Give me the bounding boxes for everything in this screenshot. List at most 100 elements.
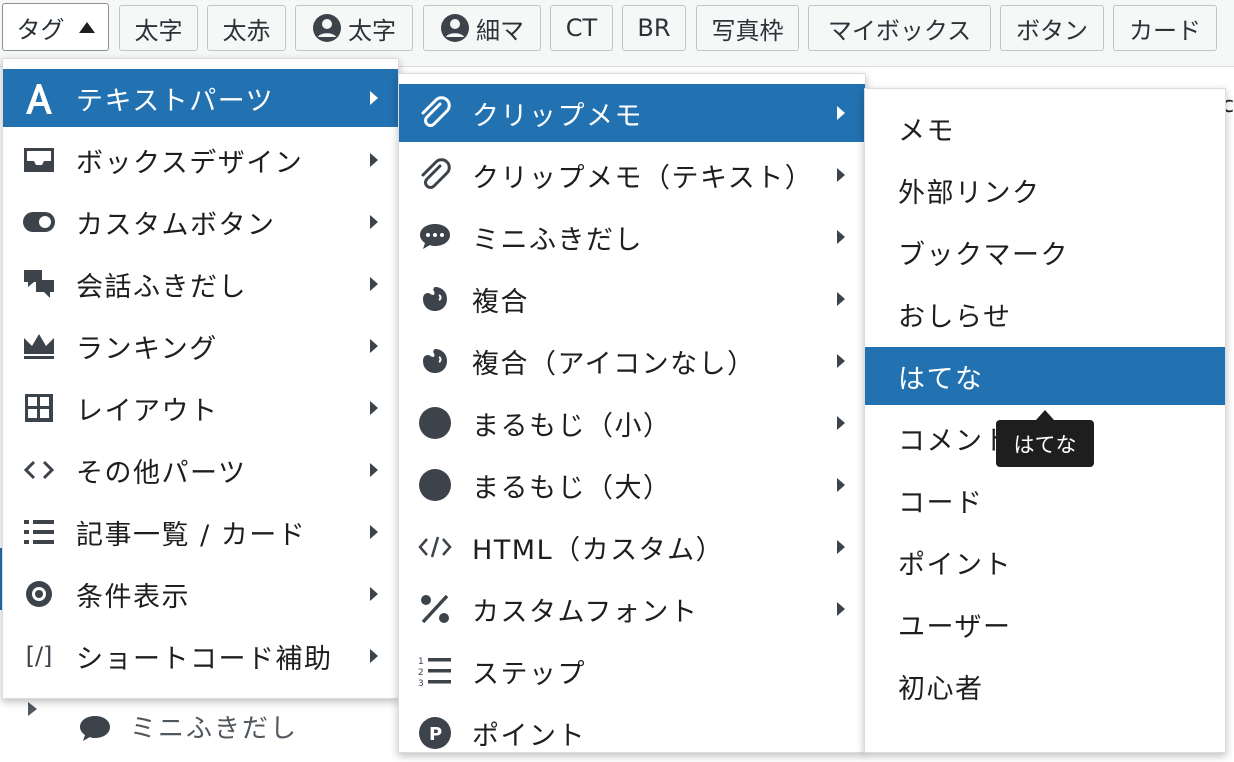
chat-bubbles-icon bbox=[21, 266, 57, 302]
percent-icon bbox=[417, 591, 453, 627]
submenu-item-composite[interactable]: 複合 bbox=[399, 270, 865, 328]
card-button[interactable]: カード bbox=[1113, 5, 1217, 51]
submenu-item-bookmark[interactable]: ブックマーク bbox=[865, 223, 1225, 281]
editor-toolbar: タグ 太字 太赤 太字 細マ CT BR 写真枠 マイボックス ボタン カード bbox=[0, 0, 1234, 67]
user-marker-button[interactable]: 細マ bbox=[423, 5, 541, 51]
menu-item-label: ショートコード補助 bbox=[76, 643, 333, 675]
submenu-item-user[interactable]: ユーザー bbox=[865, 595, 1225, 653]
user-bold-button[interactable]: 太字 bbox=[295, 5, 413, 51]
code-brackets-icon bbox=[21, 452, 57, 488]
eye-icon bbox=[21, 576, 57, 612]
submenu-item-label: おしらせ bbox=[898, 301, 1012, 333]
submenu-item-label: ポイント bbox=[898, 549, 1012, 581]
submenu-item-label: 複合 bbox=[472, 286, 529, 318]
photo-frame-button[interactable]: 写真枠 bbox=[696, 5, 799, 51]
menu-item-text-parts[interactable]: テキストパーツ bbox=[3, 69, 398, 127]
submenu-item-notice[interactable]: おしらせ bbox=[865, 285, 1225, 343]
bold-red-button-label: 太赤 bbox=[222, 16, 271, 45]
svg-text:2: 2 bbox=[418, 668, 425, 678]
submenu-item-custom-font[interactable]: カスタムフォント bbox=[399, 580, 865, 638]
menu-item-label: 記事一覧 / カード bbox=[76, 519, 307, 551]
button-button[interactable]: ボタン bbox=[1000, 5, 1104, 51]
submenu-item-external-link[interactable]: 外部リンク bbox=[865, 161, 1225, 219]
menu-item-box-design[interactable]: ボックスデザイン bbox=[3, 131, 398, 189]
br-button-label: BR bbox=[637, 14, 671, 42]
menu-item-custom-button[interactable]: カスタムボタン bbox=[3, 193, 398, 251]
submenu-item-code[interactable]: コード bbox=[865, 471, 1225, 529]
submenu-item-label: 初心者 bbox=[898, 673, 984, 705]
bold-red-button[interactable]: 太赤 bbox=[207, 5, 286, 51]
submenu-item-label: ポイント bbox=[472, 720, 586, 752]
chevron-right-icon bbox=[837, 168, 845, 182]
tag-dropdown-button[interactable]: タグ bbox=[2, 3, 109, 51]
expand-arrow-icon[interactable] bbox=[28, 702, 37, 716]
submenu-item-clip-memo-text[interactable]: クリップメモ（テキスト） bbox=[399, 146, 865, 204]
menu-item-chat-bubble[interactable]: 会話ふきだし bbox=[3, 255, 398, 313]
submenu-item-round-char-large[interactable]: まるもじ（大） bbox=[399, 456, 865, 514]
br-button[interactable]: BR bbox=[622, 5, 686, 51]
submenu-item-beginner[interactable]: 初心者 bbox=[865, 657, 1225, 715]
menu-item-ranking[interactable]: ランキング bbox=[3, 317, 398, 375]
ct-button[interactable]: CT bbox=[550, 5, 613, 51]
my-box-button-label: マイボックス bbox=[827, 16, 972, 45]
submenu-item-memo[interactable]: メモ bbox=[865, 99, 1225, 157]
user-circle-icon bbox=[313, 14, 341, 42]
submenu-item-round-char-small[interactable]: まるもじ（小） bbox=[399, 394, 865, 452]
menu-item-other-parts[interactable]: その他パーツ bbox=[3, 441, 398, 499]
submenu-item-label: ユーザー bbox=[898, 611, 1012, 643]
chevron-right-icon bbox=[837, 292, 845, 306]
submenu-item-point[interactable]: ポイント bbox=[865, 533, 1225, 591]
speech-bubble-icon bbox=[80, 716, 110, 741]
menu-item-layout[interactable]: レイアウト bbox=[3, 379, 398, 437]
submenu-item-label: ステップ bbox=[472, 658, 586, 690]
submenu-item-label: 外部リンク bbox=[898, 177, 1041, 209]
submenu-item-label: コメント bbox=[898, 425, 1012, 457]
menu-item-label: レイアウト bbox=[76, 395, 219, 427]
tag-menu: テキストパーツ ボックスデザイン カスタムボタン 会話ふきだし ランキング レイ… bbox=[2, 58, 399, 699]
paperclip-icon bbox=[417, 95, 453, 131]
submenu-item-step[interactable]: 123 ステップ bbox=[399, 642, 865, 700]
circle-icon bbox=[417, 467, 453, 503]
user-circle-icon bbox=[441, 14, 469, 42]
submenu-item-mini-bubble[interactable]: ミニふきだし bbox=[399, 208, 865, 266]
submenu-item-html-custom[interactable]: HTML（カスタム） bbox=[399, 518, 865, 576]
submenu-item-label: ミニふきだし bbox=[472, 224, 643, 256]
svg-text:1: 1 bbox=[418, 657, 425, 667]
submenu-item-label: メモ bbox=[898, 115, 955, 147]
my-box-button[interactable]: マイボックス bbox=[808, 5, 991, 51]
submenu-item-question[interactable]: はてな bbox=[865, 347, 1225, 405]
submenu-item-label: クリップメモ（テキスト） bbox=[472, 162, 814, 194]
submenu-item-label: まるもじ（大） bbox=[472, 472, 672, 504]
shortcode-icon: [/] bbox=[25, 642, 53, 670]
menu-item-label: カスタムボタン bbox=[76, 209, 276, 241]
submenu-item-label: ブックマーク bbox=[898, 239, 1069, 271]
chevron-right-icon bbox=[370, 339, 378, 353]
crown-icon bbox=[21, 328, 57, 364]
submenu-item-clip-memo[interactable]: クリップメモ bbox=[399, 84, 865, 142]
chevron-right-icon bbox=[370, 649, 378, 663]
submenu-item-label: 複合（アイコンなし） bbox=[472, 348, 756, 380]
card-button-label: カード bbox=[1129, 16, 1201, 45]
bold-button-label: 太字 bbox=[134, 16, 183, 45]
chevron-right-icon bbox=[837, 478, 845, 492]
menu-item-shortcode-helper[interactable]: [/] ショートコード補助 bbox=[3, 627, 398, 685]
submenu-item-composite-no-icon[interactable]: 複合（アイコンなし） bbox=[399, 332, 865, 390]
menu-item-label: ランキング bbox=[76, 333, 218, 365]
menu-item-conditional-display[interactable]: 条件表示 bbox=[3, 565, 398, 623]
hover-tooltip: はてな bbox=[996, 410, 1094, 467]
ct-button-label: CT bbox=[565, 14, 598, 42]
chevron-right-icon bbox=[837, 230, 845, 244]
chevron-right-icon bbox=[837, 540, 845, 554]
submenu-item-label: はてな bbox=[898, 363, 984, 395]
blob-icon bbox=[417, 343, 453, 379]
bold-button[interactable]: 太字 bbox=[119, 5, 198, 51]
user-bold-button-label: 太字 bbox=[348, 16, 396, 45]
submenu-item-point[interactable]: P ポイント bbox=[399, 704, 865, 762]
inbox-icon bbox=[21, 142, 57, 178]
chevron-right-icon bbox=[370, 587, 378, 601]
blob-icon bbox=[417, 281, 453, 317]
chevron-right-icon bbox=[370, 401, 378, 415]
menu-item-article-list[interactable]: 記事一覧 / カード bbox=[3, 503, 398, 561]
ordered-list-icon: 123 bbox=[417, 653, 453, 689]
tag-button-label: タグ bbox=[16, 15, 65, 44]
